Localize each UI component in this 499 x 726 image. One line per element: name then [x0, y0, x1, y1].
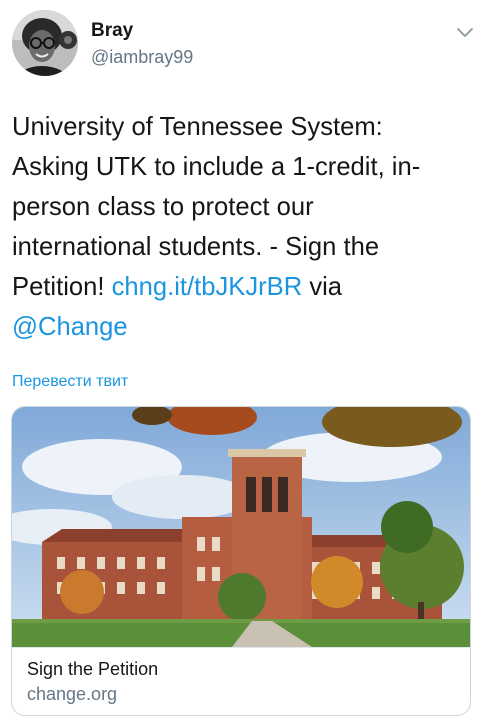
card-divider	[12, 647, 470, 648]
tweet-text-line: Petition! chng.it/tbJKJrBR via	[12, 267, 482, 307]
university-building-photo-icon	[12, 407, 470, 647]
user-handle[interactable]: @iambray99	[91, 46, 193, 68]
mention-link[interactable]: @Change	[12, 313, 128, 341]
display-name[interactable]: Bray	[91, 20, 133, 42]
avatar[interactable]	[12, 10, 78, 76]
tweet-text-line: Asking UTK to include a 1-credit, in-	[12, 153, 421, 181]
card-image	[12, 407, 470, 647]
profile-photo-icon	[12, 10, 78, 76]
translate-tweet-link[interactable]: Перевести твит	[12, 373, 128, 391]
tweet-text: University of Tennessee System: Asking U…	[12, 107, 482, 347]
tweet-text-line: @Change	[12, 307, 482, 347]
tweet-text-segment: via	[302, 273, 343, 301]
tweet-text-line: international students. - Sign the	[12, 233, 380, 261]
tweet-text-line: University of Tennessee System:	[12, 113, 383, 141]
tweet-text-line: person class to protect our	[12, 193, 314, 221]
chevron-down-icon[interactable]	[451, 18, 479, 46]
tweet-text-segment: Petition!	[12, 273, 112, 301]
card-title: Sign the Petition	[27, 659, 159, 679]
card-domain: change.org	[27, 684, 118, 704]
link-preview-card[interactable]: Sign the Petition change.org	[11, 406, 471, 716]
petition-link[interactable]: chng.it/tbJKJrBR	[112, 273, 303, 301]
